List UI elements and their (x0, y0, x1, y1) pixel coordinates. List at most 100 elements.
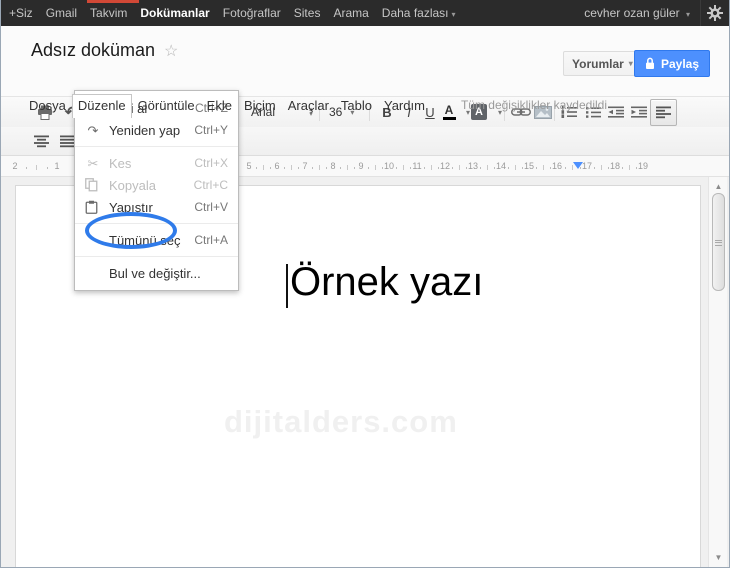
chevron-down-icon: ▾ (685, 10, 690, 19)
ruler-tick (375, 165, 376, 170)
ruler-tick (608, 167, 609, 169)
ruler-tick (354, 167, 355, 169)
paste-icon (85, 200, 101, 214)
menu-item-shortcut: Ctrl+V (194, 200, 228, 214)
ruler-tick (291, 165, 292, 170)
menu-araclar[interactable]: Araçlar (282, 94, 335, 116)
ruler-tick (452, 167, 453, 169)
menu-item-tumunu-sec[interactable]: Tümünü seç Ctrl+A (75, 229, 238, 251)
redo-icon: ↷ (87, 122, 99, 138)
menu-divider (75, 223, 238, 224)
ruler-tick (36, 165, 37, 170)
menu-dosya[interactable]: Dosya (23, 94, 72, 116)
menu-tablo[interactable]: Tablo (335, 94, 378, 116)
chevron-down-icon: ▾ (451, 10, 456, 19)
ruler-tick (536, 167, 537, 169)
ruler-tick (25, 167, 27, 169)
ruler-tick (550, 167, 551, 169)
ruler-tick (522, 167, 523, 169)
menu-item-label: Yeniden yap (109, 122, 181, 138)
decrease-indent-button[interactable] (606, 100, 626, 124)
vertical-scrollbar[interactable]: ▲ ▼ (708, 177, 728, 567)
ruler-tick (564, 167, 566, 169)
nav-fotograflar[interactable]: Fotoğraflar (223, 6, 281, 20)
align-center-icon (33, 135, 49, 148)
ruler-tick (347, 165, 348, 170)
menu-item-label: Kes (109, 155, 132, 171)
document-text[interactable]: Örnek yazı (290, 260, 483, 305)
chevron-down-icon: ▾ (628, 59, 633, 68)
nav-daha-fazlasi[interactable]: Daha fazlası ▾ (382, 6, 456, 20)
comments-button-label: Yorumlar (572, 56, 624, 71)
ruler-tick (256, 167, 257, 169)
ruler-tick (466, 167, 467, 169)
ruler-number: 9 (358, 161, 364, 171)
scrollbar-grip (713, 238, 724, 247)
ruler-tick (46, 167, 48, 169)
ruler-tick (424, 167, 425, 169)
increase-indent-button[interactable] (629, 100, 649, 124)
nav-sites[interactable]: Sites (294, 6, 321, 20)
document-title[interactable]: Adsız doküman (31, 40, 155, 61)
ruler-number: 1 (54, 161, 60, 171)
menu-item-bul-ve-degistir[interactable]: Bul ve değiştir... (75, 262, 238, 284)
text-cursor (286, 264, 288, 308)
ruler-tick (629, 165, 630, 170)
menu-item-yapistir[interactable]: Yapıştır Ctrl+V (75, 196, 238, 218)
menu-item-shortcut: Ctrl+Y (194, 123, 228, 137)
nav-siz[interactable]: +Siz (9, 6, 33, 20)
menu-goruntule[interactable]: Görüntüle (132, 94, 201, 116)
scroll-up-button[interactable]: ▲ (709, 179, 728, 193)
ruler-tick (601, 165, 602, 170)
menu-duzenle[interactable]: Düzenle (71, 94, 132, 118)
ruler-number: 15 (523, 161, 535, 171)
ruler-tick (508, 167, 509, 169)
menu-item-yeniden-yap[interactable]: ↷ Yeniden yap Ctrl+Y (75, 119, 238, 141)
menu-ekle[interactable]: Ekle (201, 94, 238, 116)
menu-item-label: Bul ve değiştir... (109, 265, 201, 281)
align-center-button[interactable] (31, 129, 51, 153)
top-bar-right: cevher ozan güler ▾ (584, 0, 729, 26)
lock-icon (645, 57, 655, 70)
ruler-number: 2 (12, 161, 18, 171)
menu-item-shortcut: Ctrl+C (193, 178, 228, 192)
share-button[interactable]: Paylaş (634, 50, 711, 77)
ruler-tick (494, 167, 495, 169)
ruler-indent-marker[interactable] (573, 162, 583, 169)
ruler-number: 17 (581, 161, 593, 171)
ruler-number: 8 (330, 161, 336, 171)
align-left-icon (656, 106, 671, 119)
ruler-tick (487, 165, 488, 170)
active-nav-underline (87, 0, 139, 3)
ruler-number: 13 (467, 161, 479, 171)
scroll-down-button[interactable]: ▼ (709, 550, 728, 564)
ruler-tick (326, 167, 327, 169)
ruler-number: 16 (551, 161, 563, 171)
comments-button[interactable]: Yorumlar ▾ (563, 51, 642, 76)
align-left-button[interactable] (650, 99, 677, 126)
menu-item-label: Kopyala (109, 177, 156, 193)
ruler-tick (622, 167, 623, 169)
ruler-tick (319, 165, 320, 170)
nav-arama[interactable]: Arama (333, 6, 368, 20)
nav-takvim[interactable]: Takvim (90, 6, 127, 20)
menu-bicim[interactable]: Biçim (238, 94, 282, 116)
google-docs-window: +Siz Gmail Takvim Dokümanlar Fotoğraflar… (0, 0, 730, 568)
menu-yardim[interactable]: Yardım (378, 94, 431, 116)
ruler-tick (459, 165, 460, 170)
account-menu[interactable]: cevher ozan güler ▾ (584, 6, 690, 20)
ruler-tick (298, 167, 299, 169)
scrollbar-thumb[interactable] (711, 193, 725, 291)
nav-dokumanlar[interactable]: Dokümanlar (140, 6, 209, 20)
menu-item-shortcut: Ctrl+A (194, 233, 228, 247)
save-status-text: Tüm değişiklikler kaydedildi (460, 98, 607, 112)
ruler-number: 7 (302, 161, 308, 171)
nav-gmail[interactable]: Gmail (46, 6, 77, 20)
star-icon[interactable]: ☆ (164, 41, 178, 61)
menu-item-label: Yapıştır (109, 199, 153, 215)
ruler-tick (543, 165, 544, 170)
watermark-text: dijitalders.com (224, 404, 458, 439)
ruler-tick (340, 167, 341, 169)
settings-button[interactable] (701, 0, 729, 26)
menu-item-shortcut: Ctrl+X (194, 156, 228, 170)
